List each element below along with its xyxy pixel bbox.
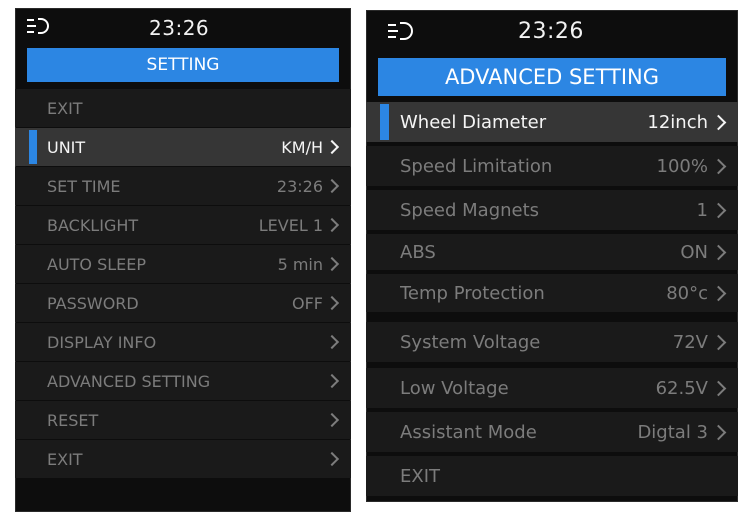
menu-item-label: SET TIME: [47, 176, 121, 196]
menu-item-label: Assistant Mode: [400, 421, 537, 443]
menu-item-system-voltage[interactable]: System Voltage 72V: [366, 322, 738, 362]
advanced-setting-screen: 23:26 ADVANCED SETTING Wheel Diameter 12…: [366, 10, 738, 502]
menu-item-value: 1: [696, 199, 708, 221]
chevron-right-icon: [710, 114, 727, 130]
selection-marker: [380, 104, 389, 140]
menu-item-label: Wheel Diameter: [400, 111, 547, 133]
chevron-right-icon: [324, 256, 340, 272]
menu-item-value: 100%: [656, 155, 708, 177]
menu-item-value: KM/H: [281, 137, 323, 157]
menu-item-value: 72V: [672, 331, 708, 353]
menu-item-auto-sleep[interactable]: AUTO SLEEP 5 min: [15, 245, 351, 283]
menu-item-label: Temp Protection: [400, 282, 545, 304]
menu-item-backlight[interactable]: BACKLIGHT LEVEL 1: [15, 206, 351, 244]
chevron-right-icon: [710, 380, 727, 396]
menu-item-speed-limitation[interactable]: Speed Limitation 100%: [366, 146, 738, 186]
menu-item-value: 23:26: [276, 176, 323, 196]
setting-screen: 23:26 SETTING EXIT UNIT KM/H SET TIME 23…: [15, 8, 351, 512]
menu-item-label: BACKLIGHT: [47, 215, 139, 235]
menu-item-exit[interactable]: EXIT: [366, 456, 738, 496]
menu-item-temp-protection[interactable]: Temp Protection 80°c: [366, 274, 738, 312]
menu-item-label: AUTO SLEEP: [47, 254, 147, 274]
chevron-right-icon: [710, 424, 727, 440]
menu-item-value: 5 min: [277, 254, 323, 274]
page-title: ADVANCED SETTING: [378, 58, 726, 96]
headlight-icon: [388, 22, 413, 40]
menu-item-value: ON: [680, 241, 708, 263]
menu-item-speed-magnets[interactable]: Speed Magnets 1: [366, 190, 738, 230]
chevron-right-icon: [710, 158, 727, 174]
menu-item-label: ADVANCED SETTING: [47, 371, 211, 391]
menu-item-value: 80°c: [666, 282, 708, 304]
menu-item-advanced-setting[interactable]: ADVANCED SETTING: [15, 362, 351, 400]
menu-item-exit[interactable]: EXIT: [15, 440, 351, 478]
menu-item-display-info[interactable]: DISPLAY INFO: [15, 323, 351, 361]
menu-item-label: Speed Limitation: [400, 155, 553, 177]
menu-item-label: Low Voltage: [400, 377, 509, 399]
menu-item-set-time[interactable]: SET TIME 23:26: [15, 167, 351, 205]
menu-item-label: PASSWORD: [47, 293, 139, 313]
menu-item-label: ABS: [400, 241, 436, 263]
menu-item-value: 12inch: [647, 111, 708, 133]
menu-item-label: EXIT: [400, 465, 441, 487]
menu-item-label: EXIT: [47, 449, 83, 469]
menu-item-exit-top[interactable]: EXIT: [15, 89, 351, 127]
menu-item-label: UNIT: [47, 137, 86, 157]
menu-item-unit[interactable]: UNIT KM/H: [15, 128, 351, 166]
menu-item-value: 62.5V: [655, 377, 708, 399]
selection-marker: [29, 130, 37, 164]
clock: 23:26: [518, 19, 584, 44]
menu-item-label: System Voltage: [400, 331, 541, 353]
page-title: SETTING: [27, 48, 339, 82]
chevron-right-icon: [710, 244, 727, 260]
menu-item-label: EXIT: [47, 98, 83, 118]
chevron-right-icon: [324, 139, 340, 155]
menu-item-label: RESET: [47, 410, 99, 430]
chevron-right-icon: [324, 178, 340, 194]
menu-item-label: Speed Magnets: [400, 199, 540, 221]
chevron-right-icon: [710, 202, 727, 218]
menu-item-low-voltage[interactable]: Low Voltage 62.5V: [366, 368, 738, 408]
menu-item-wheel-diameter[interactable]: Wheel Diameter 12inch: [366, 102, 738, 142]
menu-item-value: LEVEL 1: [258, 215, 323, 235]
chevron-right-icon: [710, 334, 727, 350]
chevron-right-icon: [710, 285, 727, 301]
chevron-right-icon: [324, 217, 340, 233]
clock: 23:26: [149, 16, 210, 40]
menu-item-assistant-mode[interactable]: Assistant Mode Digtal 3: [366, 412, 738, 452]
chevron-right-icon: [324, 295, 340, 311]
headlight-icon: [27, 18, 49, 34]
menu-item-abs[interactable]: ABS ON: [366, 234, 738, 270]
menu-item-password[interactable]: PASSWORD OFF: [15, 284, 351, 322]
menu-item-label: DISPLAY INFO: [47, 332, 157, 352]
menu-item-value: OFF: [292, 293, 323, 313]
menu-item-reset[interactable]: RESET: [15, 401, 351, 439]
menu-item-value: Digtal 3: [637, 421, 708, 443]
